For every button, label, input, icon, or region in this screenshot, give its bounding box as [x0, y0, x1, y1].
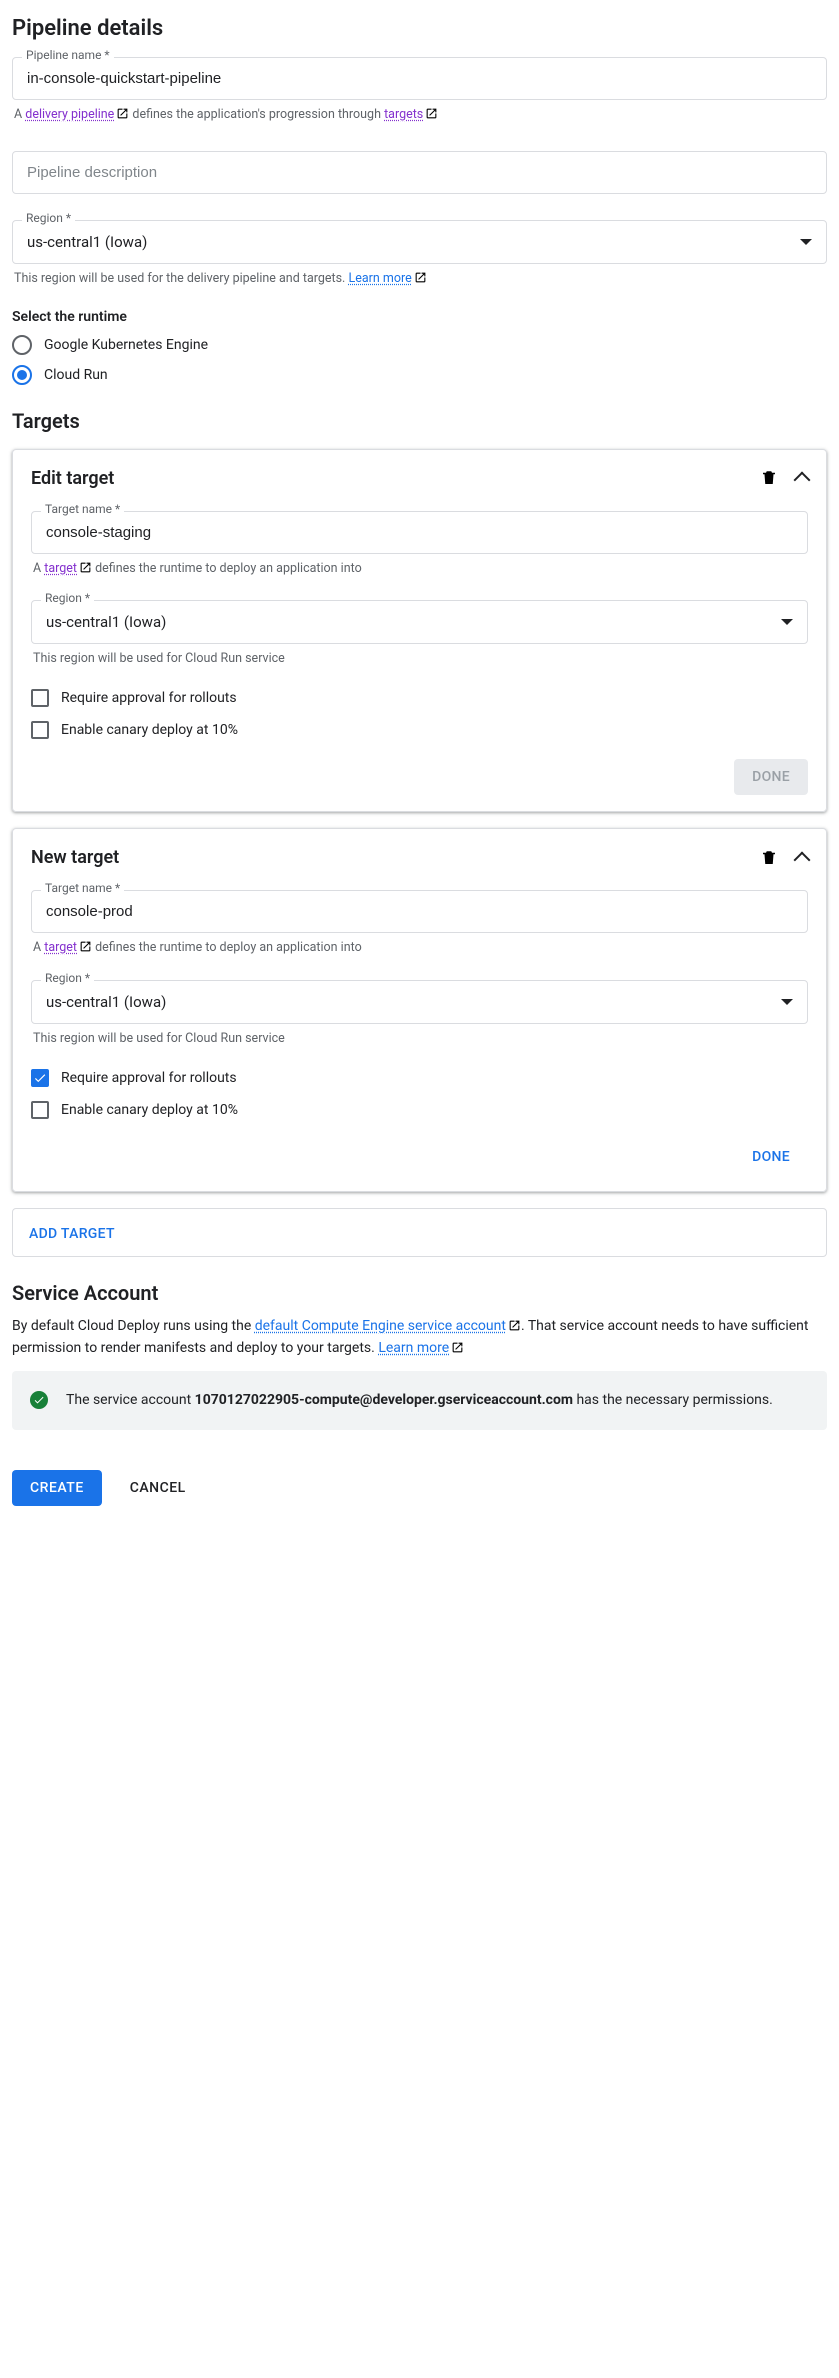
service-account-heading: Service Account — [12, 1281, 827, 1305]
pipeline-region-value: us-central1 (Iowa) — [27, 233, 147, 251]
target-name-label: Target name * — [41, 881, 124, 895]
target-region-helper: This region will be used for Cloud Run s… — [33, 1030, 806, 1049]
collapse-target-button[interactable] — [796, 470, 808, 486]
radio-icon — [12, 335, 32, 355]
add-target-button[interactable]: ADD TARGET — [29, 1226, 115, 1242]
targets-link[interactable]: targets — [384, 107, 438, 122]
service-account-status: The service account 1070127022905-comput… — [12, 1371, 827, 1429]
collapse-target-button[interactable] — [796, 850, 808, 866]
service-account-email: 1070127022905-compute@developer.gservice… — [195, 1392, 573, 1408]
runtime-option-label: Cloud Run — [44, 367, 108, 383]
region-learn-more-link[interactable]: Learn more — [348, 271, 426, 286]
target-region-select[interactable]: us-central1 (Iowa) — [31, 600, 808, 644]
target-region-label: Region * — [41, 591, 94, 605]
target-region-label: Region * — [41, 971, 94, 985]
approval-checkbox-row[interactable]: Require approval for rollouts — [31, 689, 808, 707]
target-card-title: New target — [31, 847, 119, 868]
target-name-helper: A target defines the runtime to deploy a… — [33, 560, 806, 579]
approval-checkbox-row[interactable]: Require approval for rollouts — [31, 1069, 808, 1087]
done-button[interactable]: DONE — [734, 1139, 808, 1175]
canary-checkbox-row[interactable]: Enable canary deploy at 10% — [31, 721, 808, 739]
cancel-button[interactable]: CANCEL — [130, 1480, 186, 1496]
delete-target-button[interactable] — [760, 469, 778, 487]
delivery-pipeline-link[interactable]: delivery pipeline — [25, 107, 129, 122]
service-account-desc: By default Cloud Deploy runs using the d… — [12, 1315, 827, 1360]
runtime-heading: Select the runtime — [12, 309, 827, 325]
target-region-value: us-central1 (Iowa) — [46, 993, 166, 1011]
chevron-down-icon — [781, 999, 793, 1005]
target-name-input[interactable] — [31, 890, 808, 933]
pipeline-name-input[interactable] — [12, 57, 827, 100]
target-region-value: us-central1 (Iowa) — [46, 613, 166, 631]
sa-learn-more-link[interactable]: Learn more — [378, 1340, 464, 1356]
canary-label: Enable canary deploy at 10% — [61, 722, 238, 738]
target-card-edit: Edit target Target name * A target defin… — [12, 449, 827, 813]
pipeline-region-label: Region * — [22, 211, 75, 225]
targets-heading: Targets — [12, 409, 827, 433]
target-name-helper: A target defines the runtime to deploy a… — [33, 939, 806, 958]
runtime-option-gke[interactable]: Google Kubernetes Engine — [12, 335, 827, 355]
pipeline-region-select[interactable]: us-central1 (Iowa) — [12, 220, 827, 264]
pipeline-name-label: Pipeline name * — [22, 48, 114, 62]
trash-icon — [760, 849, 778, 867]
pipeline-region-field: Region * us-central1 (Iowa) — [12, 220, 827, 264]
runtime-option-label: Google Kubernetes Engine — [44, 337, 208, 353]
target-card-new: New target Target name * A target define… — [12, 828, 827, 1192]
pipeline-name-helper: A delivery pipeline defines the applicat… — [14, 106, 825, 125]
target-name-input[interactable] — [31, 511, 808, 554]
target-doc-link[interactable]: target — [44, 561, 92, 576]
chevron-up-icon — [794, 472, 811, 489]
chevron-down-icon — [800, 239, 812, 245]
approval-label: Require approval for rollouts — [61, 1070, 237, 1086]
target-doc-link[interactable]: target — [44, 940, 92, 955]
canary-label: Enable canary deploy at 10% — [61, 1102, 238, 1118]
checkbox-icon — [31, 1101, 49, 1119]
radio-icon — [12, 365, 32, 385]
target-name-label: Target name * — [41, 502, 124, 516]
checkbox-icon — [31, 689, 49, 707]
approval-label: Require approval for rollouts — [61, 690, 237, 706]
done-button[interactable]: DONE — [734, 759, 808, 795]
add-target-row: ADD TARGET — [12, 1208, 827, 1257]
default-sa-link[interactable]: default Compute Engine service account — [255, 1318, 521, 1334]
target-card-title: Edit target — [31, 468, 114, 489]
pipeline-description-input[interactable] — [12, 151, 827, 194]
trash-icon — [760, 469, 778, 487]
chevron-down-icon — [781, 619, 793, 625]
checkbox-icon — [31, 1069, 49, 1087]
pipeline-description-field — [12, 151, 827, 194]
pipeline-name-field: Pipeline name * — [12, 57, 827, 100]
target-region-helper: This region will be used for Cloud Run s… — [33, 650, 806, 669]
footer-actions: CREATE CANCEL — [12, 1470, 827, 1506]
canary-checkbox-row[interactable]: Enable canary deploy at 10% — [31, 1101, 808, 1119]
check-circle-icon — [30, 1391, 48, 1409]
runtime-option-cloud-run[interactable]: Cloud Run — [12, 365, 827, 385]
create-button[interactable]: CREATE — [12, 1470, 102, 1506]
pipeline-details-heading: Pipeline details — [12, 16, 827, 41]
chevron-up-icon — [794, 851, 811, 868]
target-region-select[interactable]: us-central1 (Iowa) — [31, 980, 808, 1024]
delete-target-button[interactable] — [760, 849, 778, 867]
pipeline-region-helper: This region will be used for the deliver… — [14, 270, 825, 289]
checkbox-icon — [31, 721, 49, 739]
